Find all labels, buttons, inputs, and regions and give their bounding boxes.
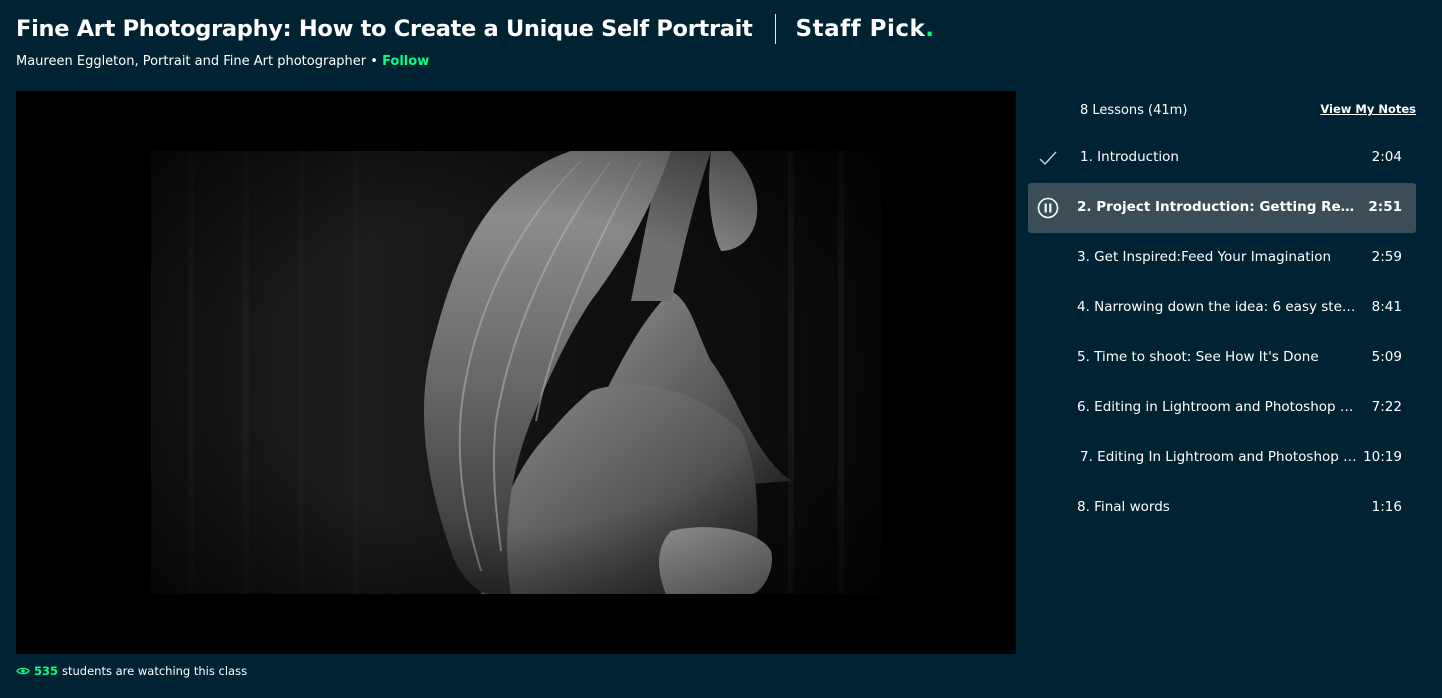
lesson-duration: 2:51 bbox=[1368, 199, 1402, 215]
lesson-title: 7. Editing In Lightroom and Photoshop Pa… bbox=[1080, 449, 1361, 465]
teacher-info: Maureen Eggleton, Portrait and Fine Art … bbox=[16, 54, 429, 69]
lesson-item[interactable]: 6. Editing in Lightroom and Photoshop Pa… bbox=[1028, 383, 1416, 433]
watching-text: students are watching this class bbox=[62, 664, 248, 678]
staff-pick-badge: Staff Pick. bbox=[796, 16, 935, 42]
lesson-duration: 8:41 bbox=[1371, 299, 1402, 315]
sidebar-header: 8 Lessons (41m) View My Notes bbox=[1028, 91, 1416, 131]
video-player[interactable] bbox=[16, 91, 1016, 654]
portrait-photo bbox=[151, 151, 881, 594]
eye-icon bbox=[16, 666, 30, 676]
follow-button[interactable]: Follow bbox=[382, 54, 429, 69]
lesson-title: 8. Final words bbox=[1077, 499, 1170, 515]
view-notes-link[interactable]: View My Notes bbox=[1320, 102, 1416, 116]
lesson-item[interactable]: 7. Editing In Lightroom and Photoshop Pa… bbox=[1028, 433, 1416, 483]
lesson-item[interactable]: 1. Introduction 2:04 bbox=[1028, 133, 1416, 183]
lesson-title: 5. Time to shoot: See How It's Done bbox=[1077, 349, 1319, 365]
pause-icon[interactable] bbox=[1037, 197, 1059, 219]
lesson-duration: 2:04 bbox=[1371, 149, 1402, 165]
bullet-separator: • bbox=[366, 54, 383, 69]
lesson-title: 2. Project Introduction: Getting Ready bbox=[1077, 199, 1358, 215]
lesson-duration: 2:59 bbox=[1371, 249, 1402, 265]
lesson-count: 8 Lessons (41m) bbox=[1080, 103, 1188, 118]
lesson-item[interactable]: 3. Get Inspired:Feed Your Imagination 2:… bbox=[1028, 233, 1416, 283]
title-divider bbox=[774, 14, 776, 44]
lesson-sidebar: 8 Lessons (41m) View My Notes 1. Introdu… bbox=[1028, 91, 1416, 533]
lesson-list: 1. Introduction 2:04 2. Project Introduc… bbox=[1028, 133, 1416, 533]
lesson-item[interactable]: 8. Final words 1:16 bbox=[1028, 483, 1416, 533]
lesson-title: 1. Introduction bbox=[1080, 149, 1179, 165]
lesson-duration: 5:09 bbox=[1371, 349, 1402, 365]
lesson-item[interactable]: 5. Time to shoot: See How It's Done 5:09 bbox=[1028, 333, 1416, 383]
lesson-title: 3. Get Inspired:Feed Your Imagination bbox=[1077, 249, 1332, 265]
lesson-item-active[interactable]: 2. Project Introduction: Getting Ready 2… bbox=[1028, 183, 1416, 233]
class-header: Fine Art Photography: How to Create a Un… bbox=[16, 12, 935, 46]
staff-pick-dot: . bbox=[925, 16, 935, 42]
lesson-duration: 1:16 bbox=[1371, 499, 1402, 515]
watching-count: 535 bbox=[34, 664, 59, 678]
video-frame bbox=[151, 151, 881, 594]
teacher-name[interactable]: Maureen Eggleton, Portrait and Fine Art … bbox=[16, 54, 366, 69]
checkmark-icon bbox=[1037, 147, 1059, 169]
lesson-title: 4. Narrowing down the idea: 6 easy steps… bbox=[1077, 299, 1358, 315]
lesson-duration: 10:19 bbox=[1363, 449, 1402, 465]
watching-indicator: 535 students are watching this class bbox=[16, 664, 247, 678]
lesson-title: 6. Editing in Lightroom and Photoshop Pa… bbox=[1077, 399, 1358, 415]
lesson-item[interactable]: 4. Narrowing down the idea: 6 easy steps… bbox=[1028, 283, 1416, 333]
class-title: Fine Art Photography: How to Create a Un… bbox=[16, 16, 753, 42]
staff-pick-label: Staff Pick bbox=[795, 16, 926, 42]
lesson-duration: 7:22 bbox=[1371, 399, 1402, 415]
